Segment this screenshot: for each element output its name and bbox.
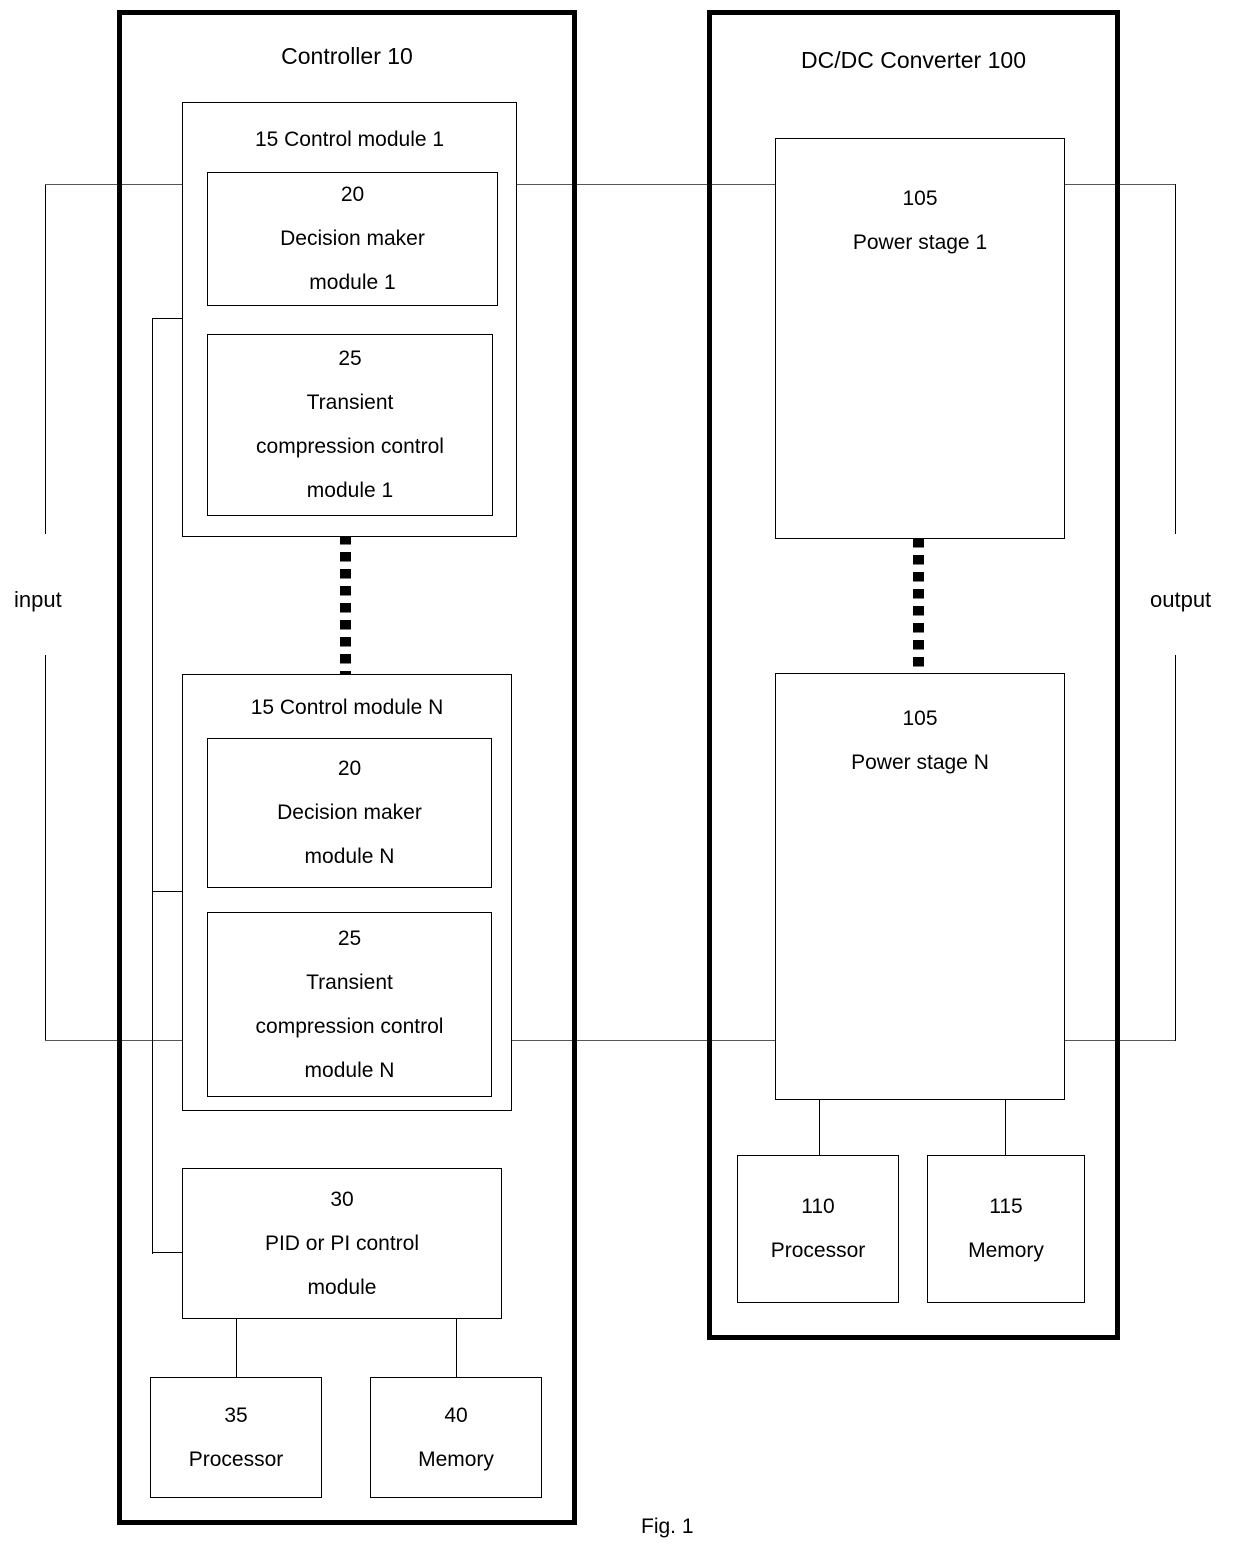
pid-module-line1: PID or PI control (264, 1231, 420, 1255)
converter-memory-name: Memory (968, 1239, 1044, 1262)
controller-memory-name: Memory (418, 1447, 494, 1471)
converter-memory: 115 Memory (927, 1155, 1085, 1303)
controller-processor-ref: 35 (224, 1403, 248, 1427)
input-label: input (14, 587, 62, 612)
decision-maker-module-1-line2: module 1 (309, 271, 396, 294)
transient-compression-control-module-n: 25 Transient compression control module … (207, 912, 492, 1097)
transient-module-n-line3: module N (304, 1058, 395, 1082)
decision-maker-module-n: 20 Decision maker module N (207, 738, 492, 888)
converter-processor-ref: 110 (801, 1195, 835, 1218)
power-stage-1-name: Power stage 1 (852, 231, 988, 254)
power-stage-1-ref: 105 (902, 187, 938, 210)
figure-canvas: Controller 10 15 Control module 1 20 Dec… (0, 0, 1240, 1565)
decision-maker-module-1-ref: 20 (340, 183, 365, 206)
pid-or-pi-control-module: 30 PID or PI control module (182, 1168, 502, 1319)
decision-maker-module-n-line2: module N (304, 845, 395, 868)
pid-module-line2: module (307, 1275, 377, 1299)
transient-module-n-line1: Transient (306, 970, 393, 994)
control-module-n-title: 15 Control module N (250, 696, 444, 719)
transient-module-1-line3: module 1 (306, 479, 394, 502)
wire-output-right-lower (1175, 655, 1176, 1041)
figure-caption: Fig. 1 (641, 1515, 694, 1538)
power-stage-n-name: Power stage N (851, 751, 989, 774)
controller-memory-ref: 40 (444, 1403, 468, 1427)
decision-maker-module-n-line1: Decision maker (277, 801, 422, 824)
power-stage-n: 105 Power stage N (775, 673, 1065, 1100)
controller-title: Controller 10 (281, 43, 413, 69)
transient-module-1-line1: Transient (306, 391, 394, 414)
pid-module-ref: 30 (330, 1187, 354, 1211)
power-stage-n-ref: 105 (902, 707, 938, 730)
controller-processor-name: Processor (188, 1447, 284, 1471)
transient-compression-control-module-1: 25 Transient compression control module … (207, 334, 493, 516)
converter-title: DC/DC Converter 100 (801, 47, 1026, 73)
decision-maker-module-n-ref: 20 (337, 757, 362, 780)
transient-module-1-line2: compression control (256, 435, 444, 458)
output-label: output (1150, 587, 1212, 612)
converter-processor: 110 Processor (737, 1155, 899, 1303)
power-stage-1: 105 Power stage 1 (775, 138, 1065, 539)
converter-processor-name: Processor (770, 1239, 866, 1262)
wire-output-right-upper (1175, 184, 1176, 534)
transient-module-1-ref: 25 (338, 347, 362, 370)
control-module-1-title: 15 Control module 1 (254, 128, 445, 151)
decision-maker-module-1: 20 Decision maker module 1 (207, 172, 498, 306)
transient-module-n-line2: compression control (255, 1014, 444, 1038)
converter-memory-ref: 115 (989, 1195, 1023, 1218)
wire-input-left-lower (45, 655, 46, 1041)
transient-module-n-ref: 25 (337, 926, 362, 950)
controller-memory: 40 Memory (370, 1377, 542, 1498)
controller-processor: 35 Processor (150, 1377, 322, 1498)
wire-input-left-upper (45, 184, 46, 534)
decision-maker-module-1-line1: Decision maker (280, 227, 425, 250)
